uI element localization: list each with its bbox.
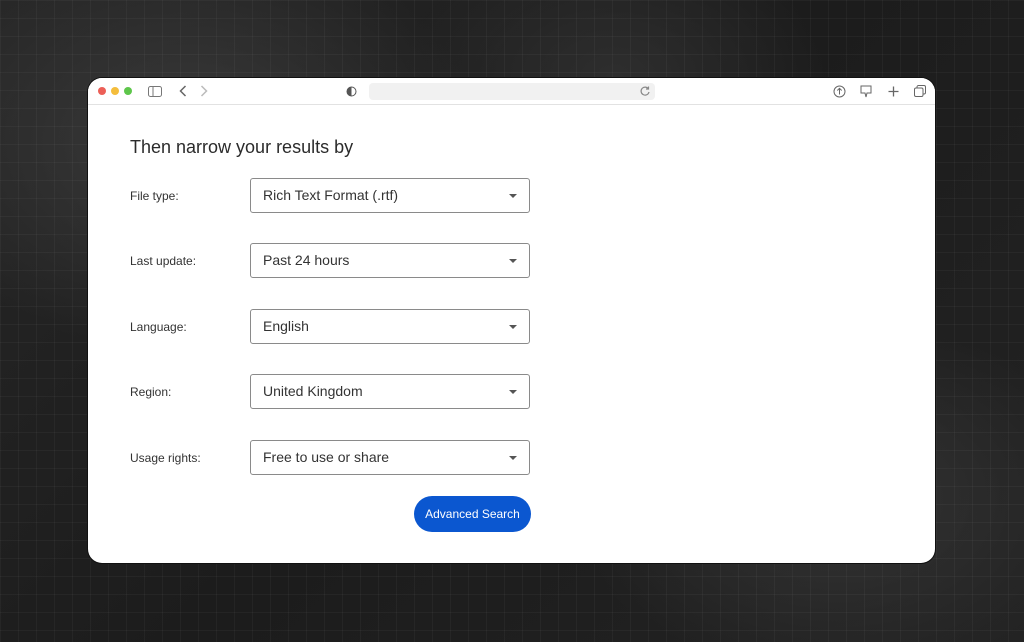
- region-value: United Kingdom: [263, 383, 363, 399]
- chevron-down-icon: [509, 325, 517, 329]
- usage-rights-label: Usage rights:: [130, 451, 201, 465]
- region-label: Region:: [130, 385, 172, 399]
- browser-window: Then narrow your results by File type: R…: [88, 78, 935, 563]
- new-tab-icon[interactable]: [885, 83, 901, 99]
- tabs-overview-icon[interactable]: [912, 83, 928, 99]
- last-update-select[interactable]: Past 24 hours: [250, 243, 530, 278]
- share-icon[interactable]: [831, 83, 847, 99]
- zoom-window-button[interactable]: [124, 87, 132, 95]
- file-type-label: File type:: [130, 189, 179, 203]
- reload-icon[interactable]: [639, 84, 651, 102]
- file-type-value: Rich Text Format (.rtf): [263, 187, 399, 203]
- close-window-button[interactable]: [98, 87, 106, 95]
- chevron-down-icon: [509, 456, 517, 460]
- chevron-down-icon: [509, 390, 517, 394]
- address-bar[interactable]: [369, 83, 655, 100]
- last-update-value: Past 24 hours: [263, 252, 350, 268]
- language-label: Language:: [130, 320, 187, 334]
- chevron-down-icon: [509, 259, 517, 263]
- usage-rights-value: Free to use or share: [263, 449, 390, 465]
- browser-toolbar: [88, 78, 935, 105]
- download-icon[interactable]: [858, 83, 874, 99]
- back-icon[interactable]: [175, 83, 191, 99]
- advanced-search-button[interactable]: Advanced Search: [414, 496, 531, 532]
- chevron-down-icon: [509, 194, 517, 198]
- usage-rights-select[interactable]: Free to use or share: [250, 440, 530, 475]
- language-value: English: [263, 318, 309, 334]
- region-select[interactable]: United Kingdom: [250, 374, 530, 409]
- minimize-window-button[interactable]: [111, 87, 119, 95]
- language-select[interactable]: English: [250, 309, 530, 344]
- page-content: Then narrow your results by File type: R…: [88, 105, 935, 563]
- sidebar-icon[interactable]: [147, 83, 163, 99]
- last-update-label: Last update:: [130, 254, 197, 268]
- section-heading: Then narrow your results by: [130, 137, 354, 157]
- forward-icon[interactable]: [196, 83, 212, 99]
- privacy-icon[interactable]: [343, 83, 359, 99]
- file-type-select[interactable]: Rich Text Format (.rtf): [250, 178, 530, 213]
